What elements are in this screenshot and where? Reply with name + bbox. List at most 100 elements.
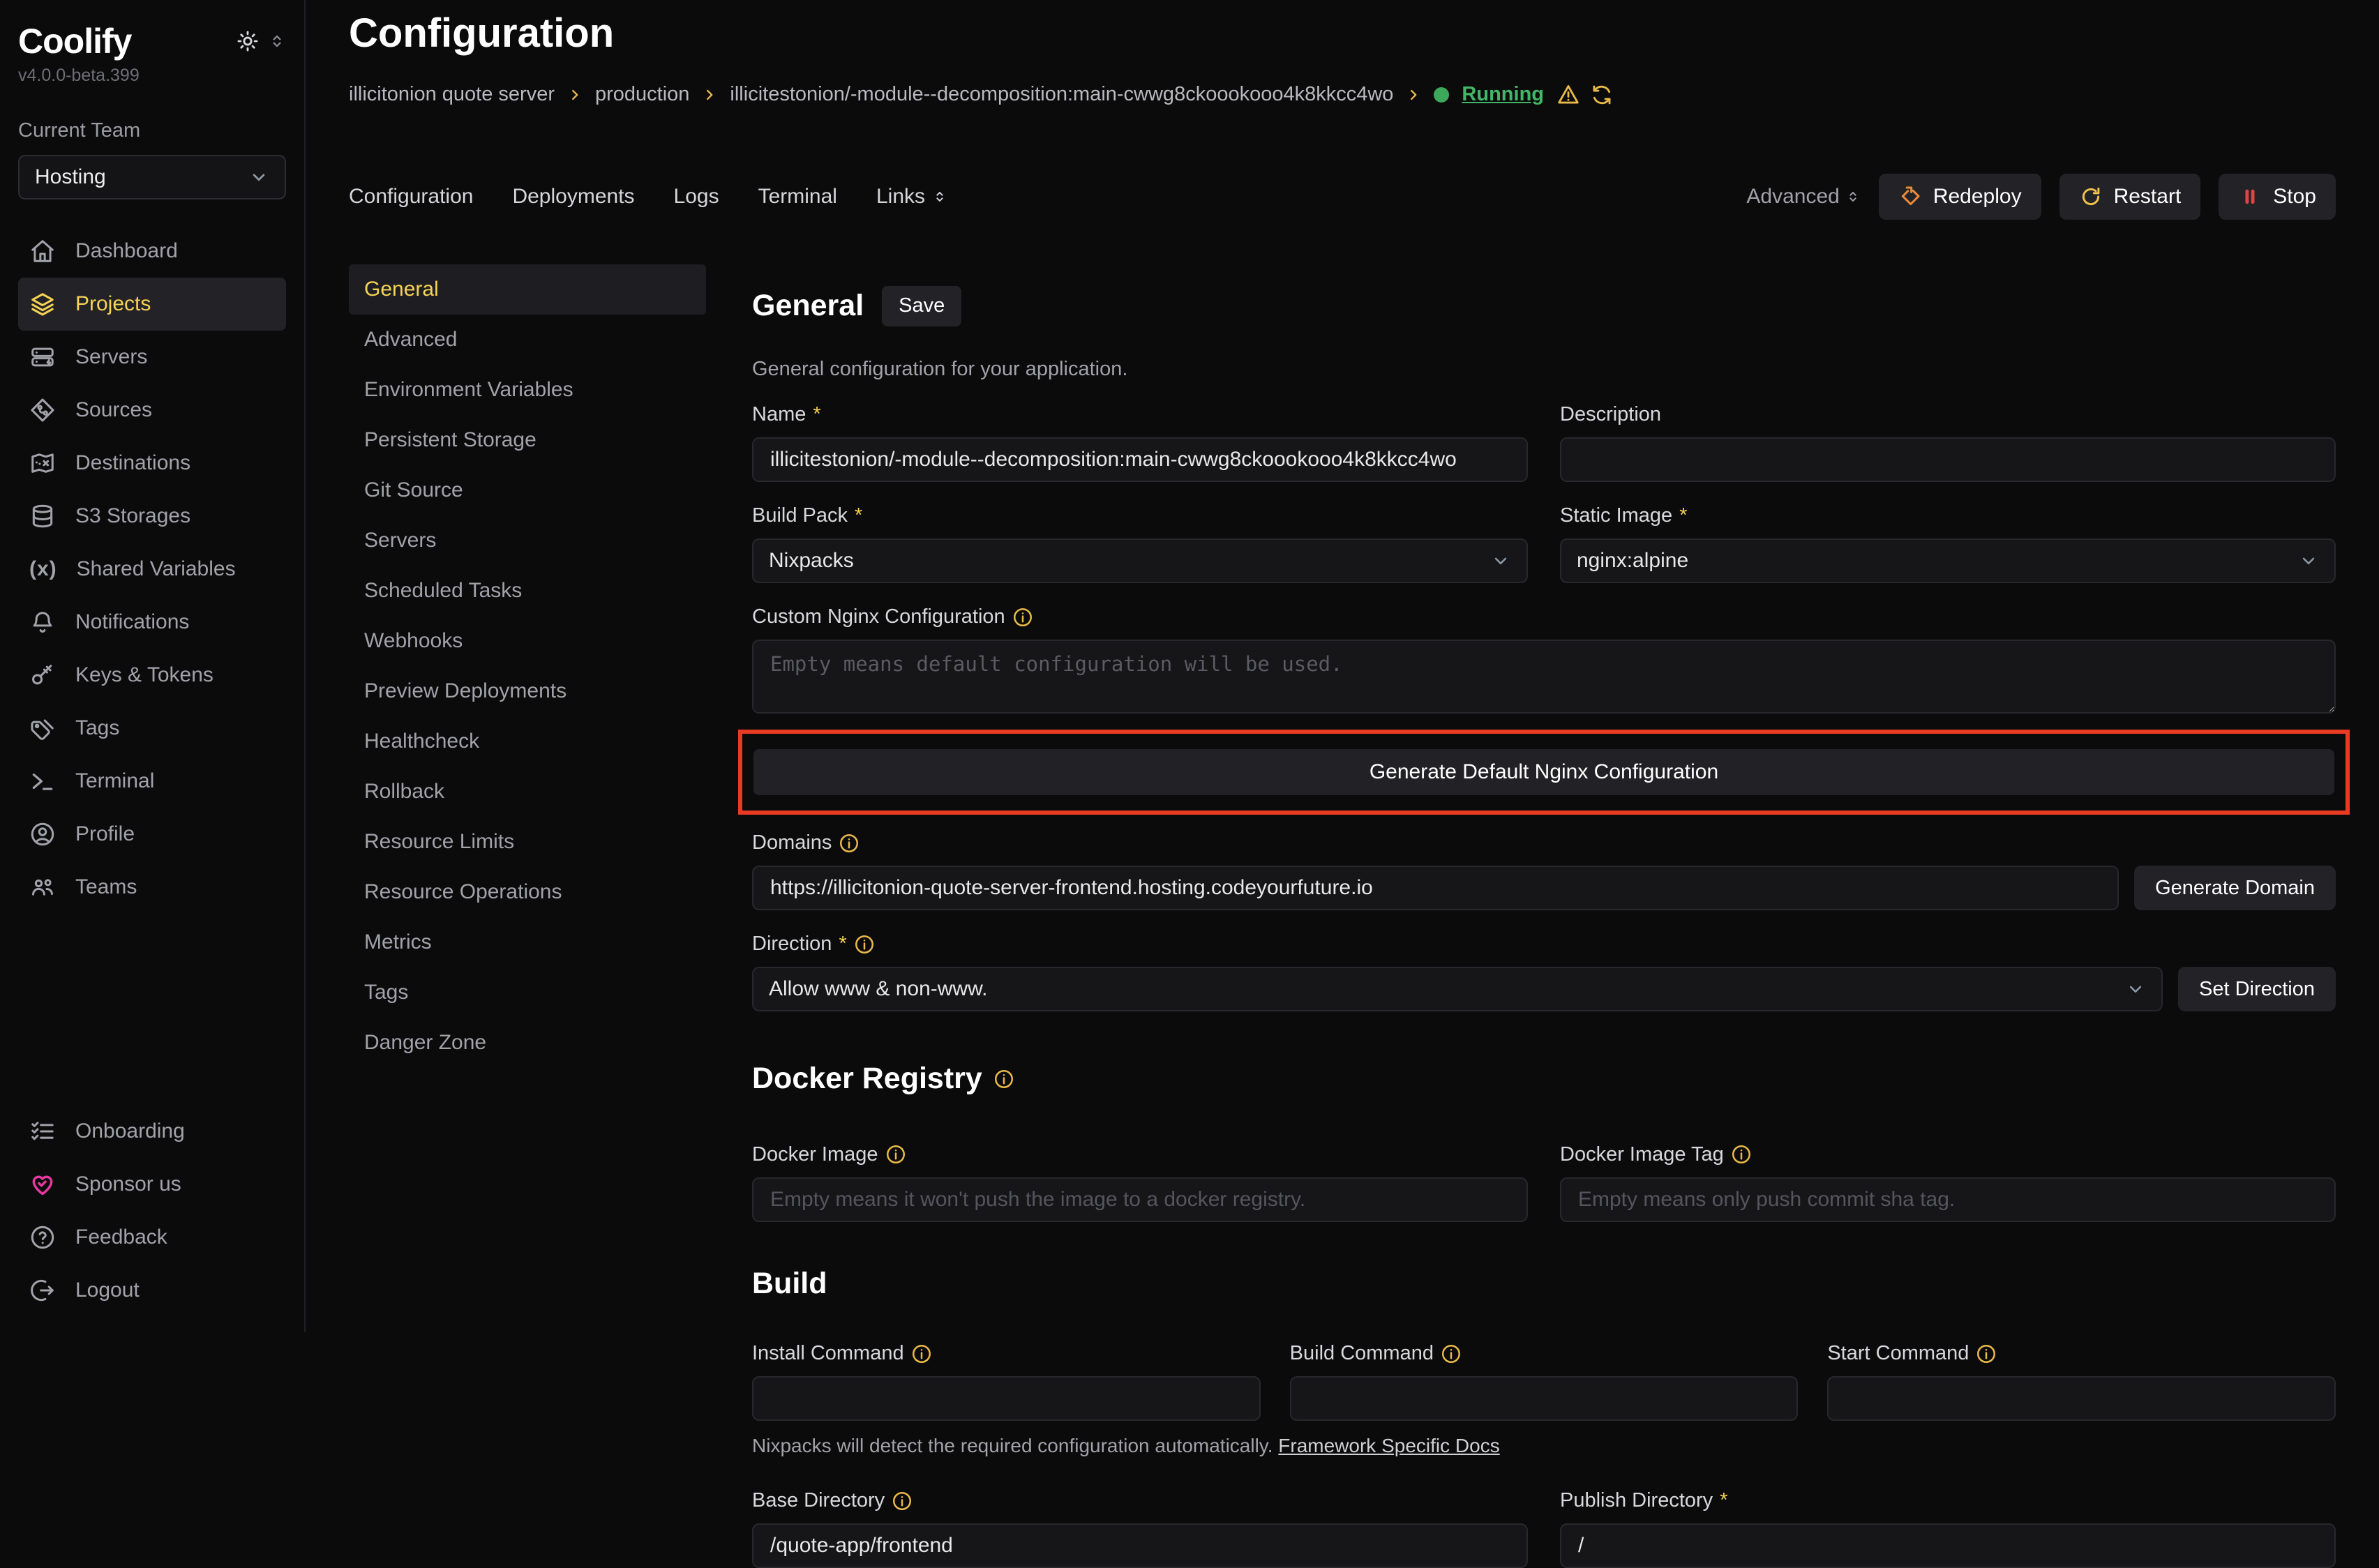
tab-configuration[interactable]: Configuration — [349, 185, 473, 209]
refresh-icon — [1590, 83, 1614, 107]
subnav-danger-zone[interactable]: Danger Zone — [349, 1018, 706, 1068]
subnav-preview-deployments[interactable]: Preview Deployments — [349, 666, 706, 716]
sidebar-item-label: Sources — [75, 398, 152, 422]
static-image-value: nginx:alpine — [1577, 549, 1688, 573]
breadcrumb-environment[interactable]: production — [595, 83, 689, 106]
sidebar-item-terminal[interactable]: Terminal — [18, 755, 286, 808]
sidebar-item-label: Onboarding — [75, 1120, 185, 1143]
team-select[interactable]: Hosting — [18, 155, 286, 199]
section-heading-docker-registry: Docker Registry — [752, 1062, 2336, 1096]
docker-image-input[interactable] — [752, 1177, 1528, 1222]
subnav-healthcheck[interactable]: Healthcheck — [349, 716, 706, 767]
sun-icon[interactable] — [236, 29, 260, 53]
publish-directory-input[interactable] — [1560, 1523, 2336, 1568]
sidebar-item-keys-tokens[interactable]: Keys & Tokens — [18, 649, 286, 702]
subnav-tags[interactable]: Tags — [349, 967, 706, 1018]
chevron-down-icon — [248, 167, 269, 188]
sidebar-item-sponsor-us[interactable]: Sponsor us — [18, 1158, 286, 1211]
save-button[interactable]: Save — [882, 286, 961, 326]
description-input[interactable] — [1560, 437, 2336, 482]
tag-icon — [29, 715, 56, 741]
docker-image-tag-input[interactable] — [1560, 1177, 2336, 1222]
required-asterisk: * — [839, 933, 846, 956]
sidebar-item-notifications[interactable]: Notifications — [18, 596, 286, 649]
annotation-highlight-box: Generate Default Nginx Configuration — [738, 730, 2350, 815]
docker-image-label: Docker Image — [752, 1143, 1528, 1166]
main-content: Configuration illicitonion quote server … — [306, 0, 2379, 1332]
subnav-advanced[interactable]: Advanced — [349, 315, 706, 365]
sidebar-item-shared-variables[interactable]: (x) Shared Variables — [18, 543, 286, 596]
sidebar-item-teams[interactable]: Teams — [18, 861, 286, 914]
tab-links-label: Links — [876, 185, 925, 209]
custom-nginx-label: Custom Nginx Configuration — [752, 605, 2336, 628]
static-image-select[interactable]: nginx:alpine — [1560, 538, 2336, 583]
sidebar-item-profile[interactable]: Profile — [18, 808, 286, 861]
required-asterisk: * — [1720, 1489, 1727, 1512]
chevron-down-icon — [2298, 550, 2319, 571]
subnav-persistent-storage[interactable]: Persistent Storage — [349, 415, 706, 465]
sidebar-item-destinations[interactable]: Destinations — [18, 437, 286, 490]
generate-nginx-config-button[interactable]: Generate Default Nginx Configuration — [753, 749, 2334, 795]
sidebar-item-label: Teams — [75, 875, 137, 899]
subnav-webhooks[interactable]: Webhooks — [349, 616, 706, 666]
sidebar-item-servers[interactable]: Servers — [18, 331, 286, 384]
chevron-right-icon — [702, 87, 717, 103]
tab-deployments[interactable]: Deployments — [512, 185, 634, 209]
subnav-servers[interactable]: Servers — [349, 515, 706, 566]
set-direction-button[interactable]: Set Direction — [2178, 967, 2336, 1011]
sidebar-item-label: Sponsor us — [75, 1173, 181, 1196]
tab-terminal[interactable]: Terminal — [758, 185, 837, 209]
framework-docs-link[interactable]: Framework Specific Docs — [1278, 1435, 1499, 1456]
sidebar-item-label: Projects — [75, 292, 151, 316]
sidebar-item-sources[interactable]: Sources — [18, 384, 286, 437]
subnav-environment-variables[interactable]: Environment Variables — [349, 365, 706, 415]
sidebar-item-s3-storages[interactable]: S3 Storages — [18, 490, 286, 543]
subnav-general[interactable]: General — [349, 264, 706, 315]
redeploy-button[interactable]: Redeploy — [1879, 174, 2041, 220]
install-command-input[interactable] — [752, 1376, 1261, 1421]
theme-switcher-chevrons-icon[interactable] — [268, 32, 286, 50]
stop-icon — [2238, 185, 2262, 209]
status-badge[interactable]: Running — [1462, 83, 1544, 106]
tab-links[interactable]: Links — [876, 185, 947, 209]
heart-icon — [29, 1171, 56, 1198]
stop-button[interactable]: Stop — [2219, 174, 2336, 220]
logout-icon — [29, 1277, 56, 1304]
key-icon — [29, 662, 56, 688]
breadcrumb-application[interactable]: illicitestonion/-module--decomposition:m… — [730, 83, 1393, 106]
sidebar-item-onboarding[interactable]: Onboarding — [18, 1105, 286, 1158]
sidebar-item-logout[interactable]: Logout — [18, 1264, 286, 1317]
advanced-dropdown[interactable]: Advanced — [1746, 185, 1860, 209]
start-command-input[interactable] — [1827, 1376, 2336, 1421]
subnav-metrics[interactable]: Metrics — [349, 917, 706, 967]
base-directory-input[interactable] — [752, 1523, 1528, 1568]
brand-logo[interactable]: Coolify — [18, 21, 131, 61]
direction-select[interactable]: Allow www & non-www. — [752, 967, 2163, 1011]
sidebar-item-projects[interactable]: Projects — [18, 278, 286, 331]
warning-triangle-icon — [1556, 83, 1580, 107]
build-pack-select[interactable]: Nixpacks — [752, 538, 1528, 583]
publish-directory-label: Publish Directory* — [1560, 1489, 2336, 1512]
tab-logs[interactable]: Logs — [674, 185, 719, 209]
sidebar-item-tags[interactable]: Tags — [18, 702, 286, 755]
build-command-input[interactable] — [1290, 1376, 1799, 1421]
custom-nginx-textarea[interactable] — [752, 640, 2336, 714]
subnav-rollback[interactable]: Rollback — [349, 767, 706, 817]
restart-button[interactable]: Restart — [2059, 174, 2201, 220]
generate-domain-button[interactable]: Generate Domain — [2134, 866, 2336, 910]
breadcrumb-project[interactable]: illicitonion quote server — [349, 83, 555, 106]
sidebar-item-label: Tags — [75, 716, 119, 740]
subnav-resource-operations[interactable]: Resource Operations — [349, 867, 706, 917]
chevron-right-icon — [567, 87, 583, 103]
sidebar-item-dashboard[interactable]: Dashboard — [18, 225, 286, 278]
subnav-git-source[interactable]: Git Source — [349, 465, 706, 515]
info-icon — [1012, 607, 1033, 628]
sidebar-item-feedback[interactable]: Feedback — [18, 1211, 286, 1264]
subnav-scheduled-tasks[interactable]: Scheduled Tasks — [349, 566, 706, 616]
help-circle-icon — [29, 1224, 56, 1251]
subnav-resource-limits[interactable]: Resource Limits — [349, 817, 706, 867]
sidebar-footer-nav: Onboarding Sponsor us Feedback Logout — [18, 1105, 286, 1317]
domains-input[interactable] — [752, 866, 2119, 910]
status-dot — [1434, 87, 1449, 103]
name-input[interactable] — [752, 437, 1528, 482]
